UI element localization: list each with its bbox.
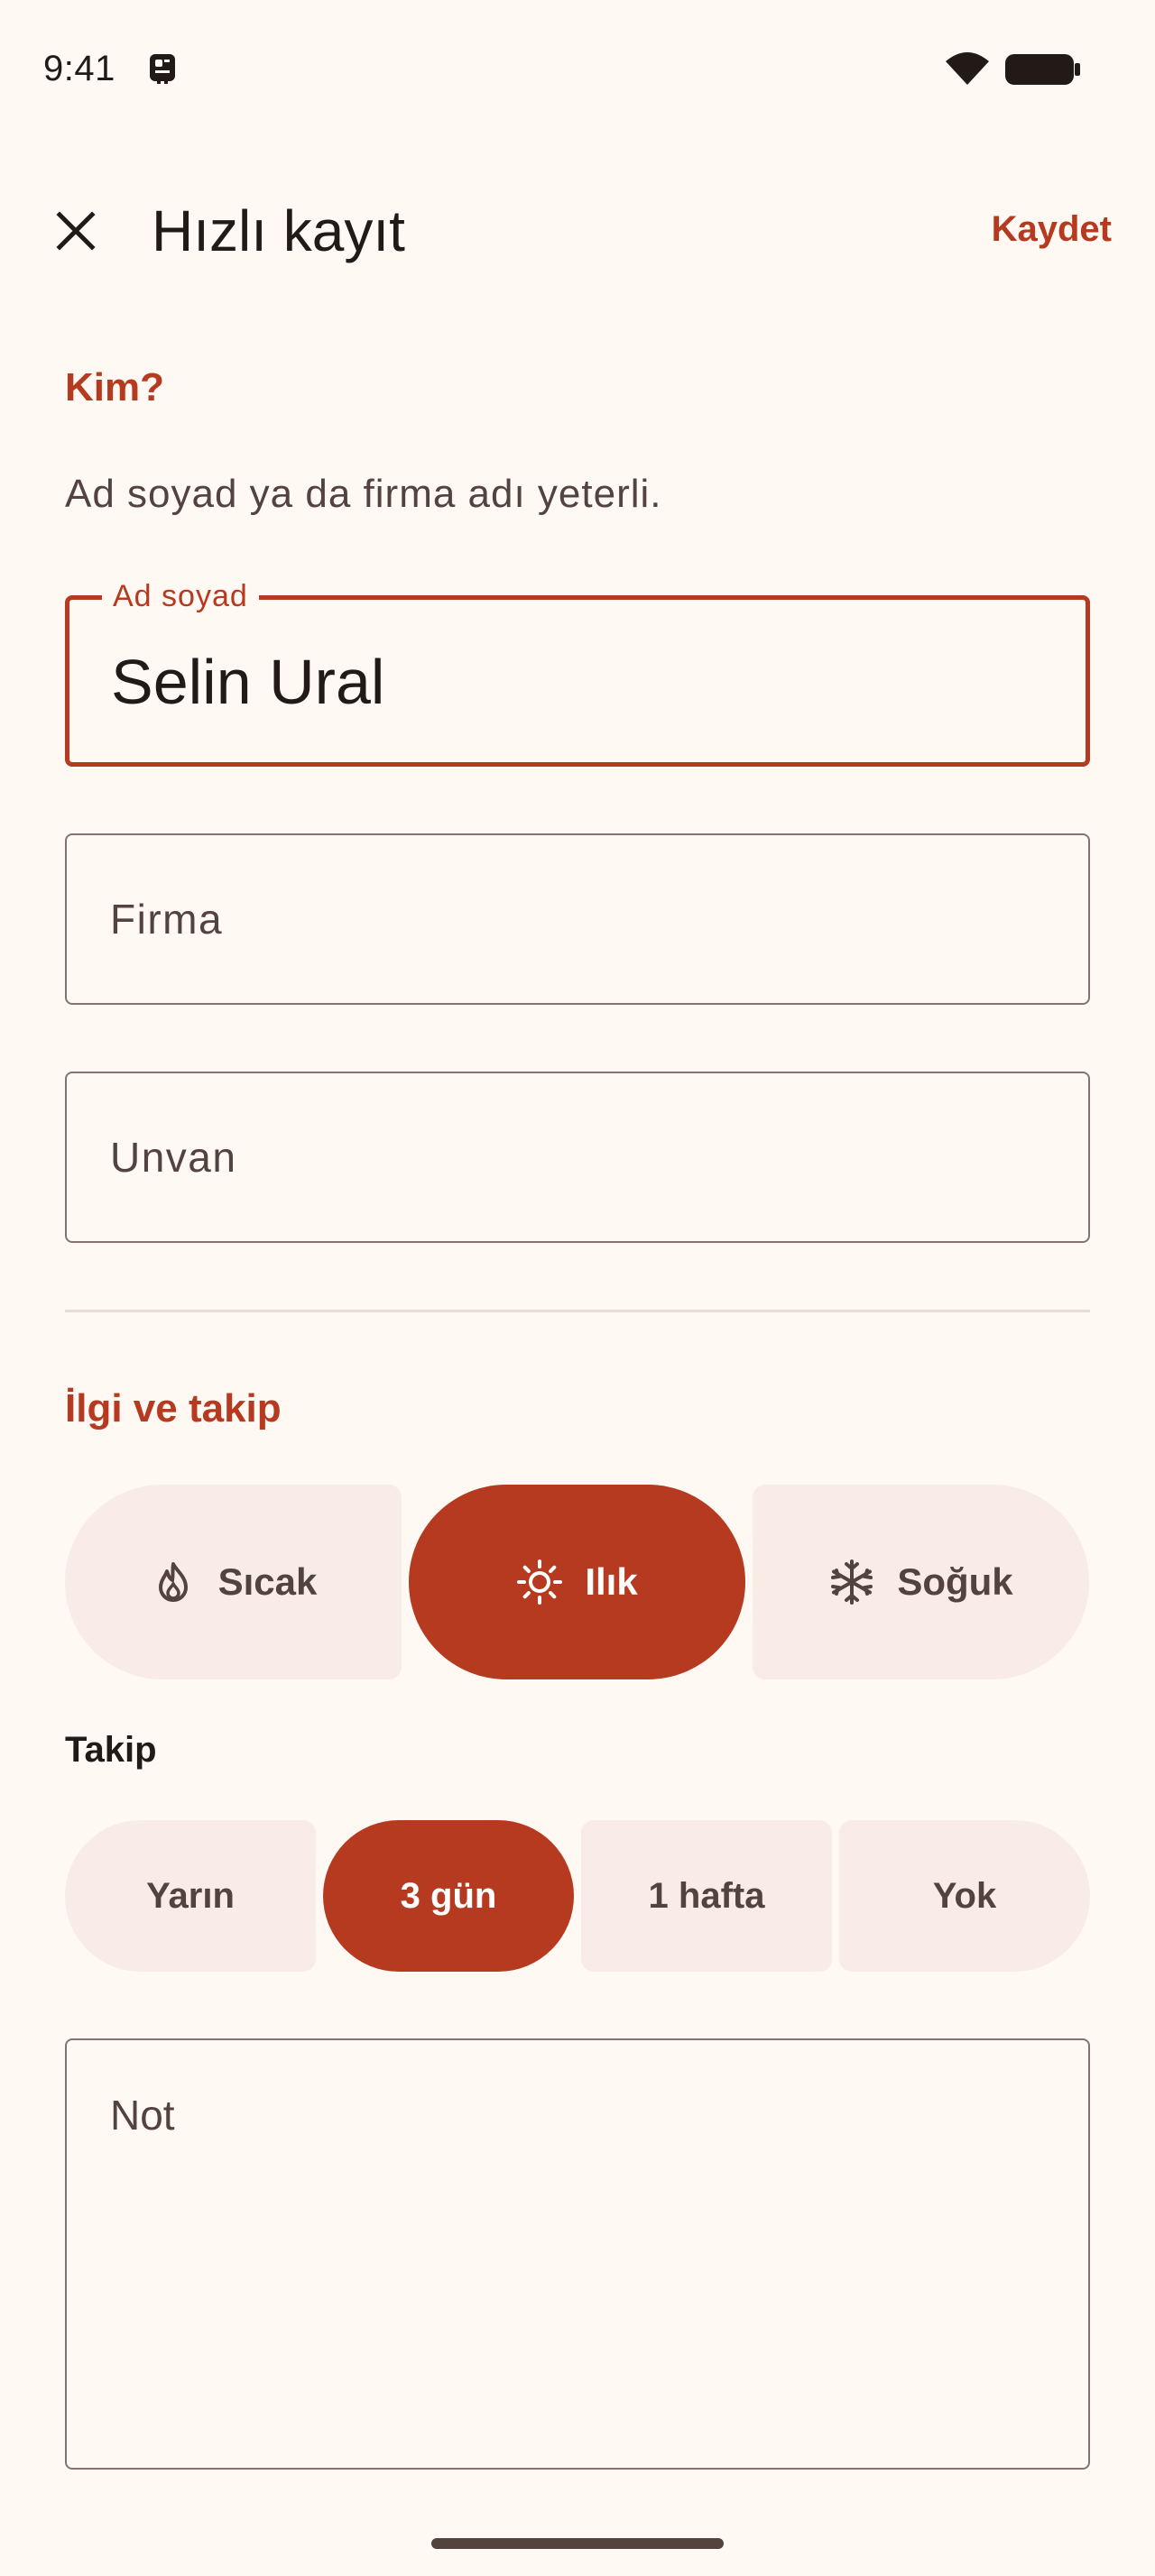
status-time: 9:41 (43, 49, 116, 88)
company-field-placeholder: Firma (110, 896, 224, 943)
segment-warm[interactable]: Ilık (409, 1485, 745, 1679)
close-button[interactable] (36, 191, 116, 271)
page-title: Hızlı kayıt (152, 198, 405, 263)
follow-option-none-label: Yok (932, 1875, 997, 1916)
company-field[interactable]: Firma (65, 833, 1090, 1005)
segment-hot[interactable]: Sıcak (65, 1485, 402, 1679)
name-field[interactable]: Ad soyad Selin Ural (65, 576, 1090, 767)
home-indicator[interactable] (431, 2538, 724, 2549)
close-icon (56, 211, 96, 251)
temperature-segmented-control: Sıcak Ilık Soğuk (65, 1485, 1089, 1679)
follow-up-segmented-control: Yarın 3 gün 1 hafta Yok (65, 1820, 1090, 1972)
top-app-bar: Hızlı kayıt Kaydet (0, 171, 1155, 283)
wifi-icon (946, 52, 989, 85)
quick-entry-screen: 9:41 Hızlı kayıt Kaydet Kim? Ad soyad ya… (0, 0, 1155, 2576)
helper-text: Ad soyad ya da firma adı yeterli. (65, 472, 662, 516)
follow-option-tomorrow-label: Yarın (146, 1875, 235, 1916)
follow-option-tomorrow[interactable]: Yarın (65, 1820, 316, 1972)
follow-option-3-days[interactable]: 3 gün (323, 1820, 574, 1972)
follow-option-1-week-label: 1 hafta (648, 1875, 765, 1916)
sun-icon (517, 1559, 563, 1605)
follow-option-none[interactable]: Yok (839, 1820, 1090, 1972)
section-heading-interest: İlgi ve takip (65, 1386, 282, 1431)
flame-icon (158, 1562, 188, 1602)
battery-icon (1005, 54, 1080, 85)
follow-option-1-week[interactable]: 1 hafta (581, 1820, 832, 1972)
snowflake-icon (831, 1559, 873, 1605)
job-title-field-placeholder: Unvan (110, 1134, 237, 1181)
segment-cold[interactable]: Soğuk (753, 1485, 1089, 1679)
segment-cold-label: Soğuk (897, 1560, 1013, 1603)
follow-up-label: Takip (65, 1730, 157, 1770)
notification-icon (150, 54, 175, 84)
name-field-label: Ad soyad (102, 576, 259, 616)
section-heading-who: Kim? (65, 365, 164, 409)
note-placeholder: Not (110, 2092, 175, 2139)
section-divider (65, 1310, 1090, 1312)
segment-warm-label: Ilık (585, 1560, 638, 1603)
note-textarea[interactable]: Not (65, 2038, 1090, 2470)
follow-option-3-days-label: 3 gün (400, 1875, 497, 1916)
status-bar: 9:41 (0, 0, 1155, 141)
job-title-field[interactable]: Unvan (65, 1072, 1090, 1243)
segment-hot-label: Sıcak (217, 1560, 318, 1603)
save-button[interactable]: Kaydet (992, 202, 1112, 256)
name-field-value[interactable]: Selin Ural (111, 641, 384, 722)
